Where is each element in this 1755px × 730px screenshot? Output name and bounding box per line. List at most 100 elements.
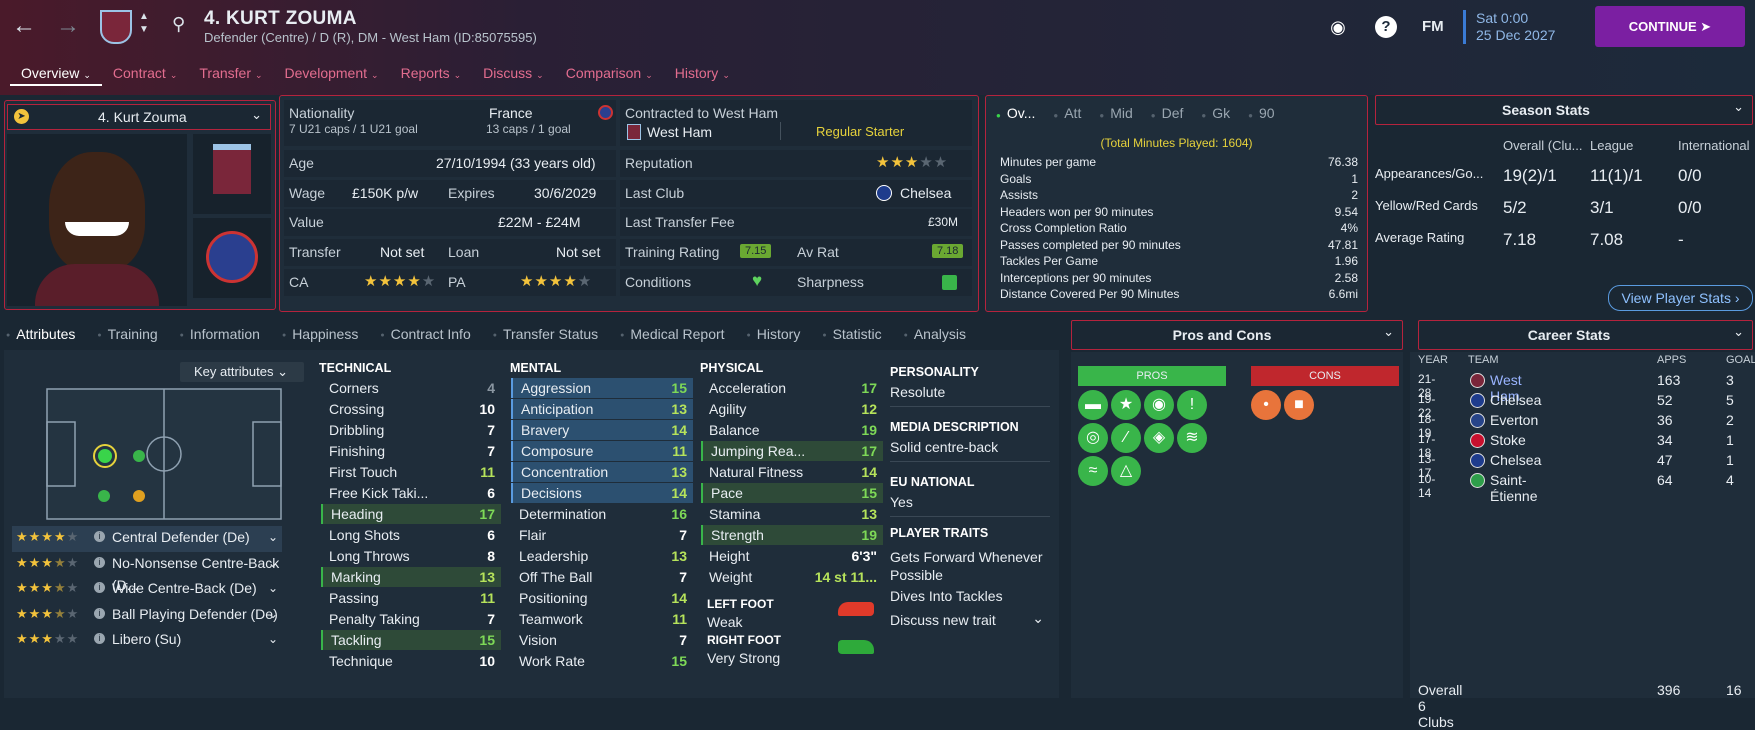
club-crest-icon[interactable] bbox=[100, 10, 132, 44]
role-row[interactable]: ★★★★★ i Central Defender (De) ⌄ bbox=[12, 526, 282, 552]
footprint-con-icon[interactable]: • bbox=[1251, 390, 1281, 420]
tab-development[interactable]: Development ⌄ bbox=[274, 62, 390, 84]
chevron-down-icon: ⌄ bbox=[267, 606, 278, 621]
tab-dot-icon: ● bbox=[1201, 111, 1207, 120]
strength-pro-icon[interactable]: ▬ bbox=[1078, 390, 1108, 420]
continue-button[interactable]: CONTINUE ➤ bbox=[1595, 6, 1745, 47]
attr-value: 16 bbox=[671, 506, 687, 522]
discuss-trait-select[interactable]: Discuss new trait ⌄ bbox=[890, 610, 1050, 628]
subtab-happiness[interactable]: Happiness bbox=[282, 326, 358, 342]
globe-icon[interactable]: ◉ bbox=[1327, 16, 1349, 38]
career-cell[interactable]: Chelsea bbox=[1490, 392, 1541, 408]
tab-history[interactable]: History ⌄ bbox=[664, 62, 741, 84]
career-cell[interactable]: Stoke bbox=[1490, 432, 1526, 448]
season-stats-header[interactable]: Season Stats ⌄ bbox=[1375, 95, 1753, 125]
attributes-panel: Key attributes ⌄ ★★★★★ i Central Defender … bbox=[4, 350, 1059, 698]
pros-cons-header[interactable]: Pros and Cons ⌄ bbox=[1071, 320, 1403, 350]
chevron-updown-icon[interactable]: ▲ ▼ bbox=[139, 10, 149, 36]
speed-pro-icon[interactable]: ≈ bbox=[1078, 456, 1108, 486]
search-icon[interactable]: ⚲ bbox=[172, 14, 185, 35]
role-row[interactable]: ★★★★★ i Wide Centre-Back (De) ⌄ bbox=[12, 577, 282, 603]
subtab-statistic[interactable]: Statistic bbox=[822, 326, 882, 342]
back-arrow-icon[interactable]: ← bbox=[12, 12, 36, 40]
subtab-transfer-status[interactable]: Transfer Status bbox=[493, 326, 598, 342]
subtab-history[interactable]: History bbox=[747, 326, 801, 342]
stats-tab-label: 90 bbox=[1258, 105, 1275, 121]
loan-value[interactable]: Not set bbox=[556, 244, 600, 260]
stats-panel: ● Ov... ● Att ● Mid ● Def ● Gk ● 90 (Total Minutes … bbox=[985, 95, 1368, 312]
target-pro-icon[interactable]: ◎ bbox=[1078, 423, 1108, 453]
physical-title: PHYSICAL bbox=[700, 361, 764, 375]
technical-attr-row: Heading 17 bbox=[321, 504, 501, 524]
value-value: £22M - £24M bbox=[498, 214, 581, 230]
transfer-value[interactable]: Not set bbox=[380, 244, 424, 260]
tab-label: Comparison bbox=[565, 65, 642, 81]
stats-tab-3[interactable]: ● Def bbox=[1143, 100, 1184, 121]
age-value: 27/10/1994 (33 years old) bbox=[436, 155, 596, 171]
attr-value: 14 bbox=[671, 590, 687, 606]
key-attributes-select[interactable]: Key attributes ⌄ bbox=[180, 362, 304, 382]
player-select[interactable]: ➤ 4. Kurt Zouma ⌄ bbox=[7, 104, 271, 130]
expires-value[interactable]: 30/6/2029 bbox=[534, 185, 596, 201]
last-club-value[interactable]: Chelsea bbox=[900, 185, 951, 201]
right-foot-value: Very Strong bbox=[707, 650, 781, 666]
info-icon: i bbox=[94, 582, 105, 593]
career-cell[interactable]: Everton bbox=[1490, 412, 1538, 428]
stats-tab-0[interactable]: ● Ov... bbox=[988, 100, 1035, 121]
stats-tab-1[interactable]: ● Att bbox=[1045, 100, 1081, 121]
stats-row: Assists 2 bbox=[1000, 187, 1358, 204]
mental-attr-row: Composure 11 bbox=[511, 441, 693, 461]
tab-overview[interactable]: Overview ⌄ bbox=[10, 62, 102, 86]
stats-tab-5[interactable]: ● 90 bbox=[1240, 100, 1274, 121]
tab-comparison[interactable]: Comparison ⌄ bbox=[555, 62, 664, 84]
role-row[interactable]: ★★★★★ i Ball Playing Defender (De) ⌄ bbox=[12, 603, 282, 629]
subtab-medical-report[interactable]: Medical Report bbox=[620, 326, 724, 342]
stats-tab-2[interactable]: ● Mid bbox=[1091, 100, 1132, 121]
forward-arrow-icon[interactable]: → bbox=[56, 12, 80, 40]
subtab-training[interactable]: Training bbox=[97, 326, 158, 342]
stats-tab-label: Mid bbox=[1110, 105, 1133, 121]
heart-icon: ♥ bbox=[752, 271, 763, 290]
boot-pro-icon[interactable]: ∕ bbox=[1111, 423, 1141, 453]
subtab-contract-info[interactable]: Contract Info bbox=[380, 326, 471, 342]
stats-tab-4[interactable]: ● Gk bbox=[1193, 100, 1230, 121]
header-pro-icon[interactable]: ◈ bbox=[1144, 423, 1174, 453]
club-crest-icon bbox=[1470, 373, 1485, 388]
attribute-subtabs: Attributes Training Information Happiness Co… bbox=[0, 318, 1070, 348]
subtab-attributes[interactable]: Attributes bbox=[6, 326, 75, 342]
career-stats-header[interactable]: Career Stats ⌄ bbox=[1418, 320, 1753, 350]
mind-pro-icon[interactable]: ◉ bbox=[1144, 390, 1174, 420]
club-value[interactable]: West Ham bbox=[647, 124, 712, 140]
attr-value: 13 bbox=[861, 506, 877, 522]
attr-name: Crossing bbox=[329, 401, 385, 417]
view-player-stats-button[interactable]: View Player Stats › bbox=[1608, 285, 1753, 311]
career-cell[interactable]: Saint-Étienne bbox=[1490, 472, 1537, 504]
subtab-analysis[interactable]: Analysis bbox=[904, 326, 966, 342]
card-con-icon[interactable]: ■ bbox=[1284, 390, 1314, 420]
help-icon[interactable]: ? bbox=[1375, 16, 1397, 38]
mental-attr-row: Anticipation 13 bbox=[511, 399, 693, 419]
shirt-icon bbox=[35, 264, 159, 306]
tab-contract[interactable]: Contract ⌄ bbox=[102, 62, 188, 84]
star-pro-icon[interactable]: ★ bbox=[1111, 390, 1141, 420]
stats-tab-label: Ov... bbox=[1006, 105, 1036, 121]
attr-name: Pace bbox=[711, 485, 743, 501]
tab-transfer[interactable]: Transfer ⌄ bbox=[188, 62, 273, 84]
nationality-value[interactable]: France bbox=[489, 105, 533, 121]
ball-pro-icon[interactable]: ! bbox=[1177, 390, 1207, 420]
flask-pro-icon[interactable]: △ bbox=[1111, 456, 1141, 486]
tab-discuss[interactable]: Discuss ⌄ bbox=[472, 62, 555, 84]
fm-logo[interactable]: FM bbox=[1422, 18, 1444, 35]
role-row[interactable]: ★★★★★ i No-Nonsense Centre-Back (D... ⌄ bbox=[12, 552, 282, 593]
chevron-down-icon: ⌄ bbox=[267, 530, 278, 544]
tab-label: Contract bbox=[112, 65, 166, 81]
tab-reports[interactable]: Reports ⌄ bbox=[390, 62, 473, 84]
career-cell[interactable]: Chelsea bbox=[1490, 452, 1541, 468]
season-cell: 19(2)/1 bbox=[1503, 166, 1557, 185]
tab-label: Reports bbox=[400, 65, 450, 81]
wage-value[interactable]: £150K p/w bbox=[352, 185, 418, 201]
tackle-pro-icon[interactable]: ≋ bbox=[1177, 423, 1207, 453]
role-row[interactable]: ★★★★★ i Libero (Su) ⌄ bbox=[12, 628, 282, 654]
subtab-information[interactable]: Information bbox=[180, 326, 260, 342]
club-crest-icon bbox=[1470, 453, 1485, 468]
